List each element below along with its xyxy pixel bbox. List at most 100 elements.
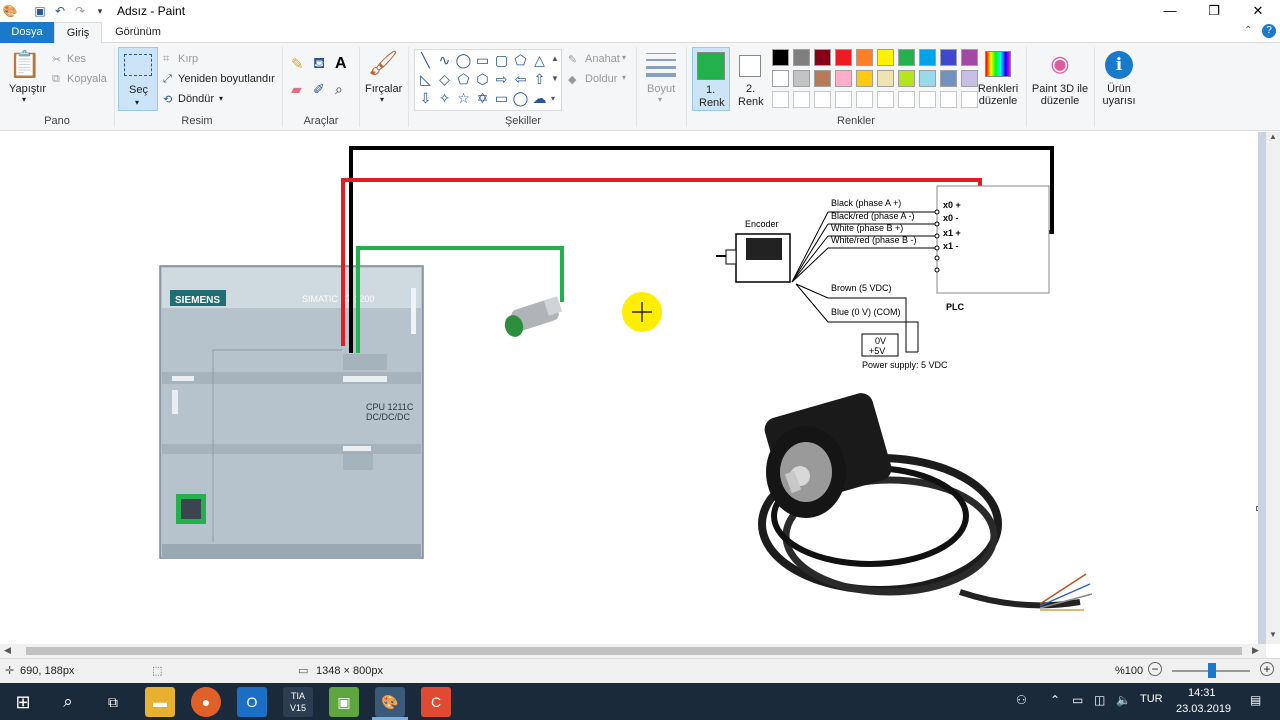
- callout-cloud-shape-icon[interactable]: ☁: [531, 90, 548, 107]
- palette-swatch[interactable]: [814, 70, 831, 87]
- shapes-scroll-up-icon[interactable]: ▲: [551, 54, 559, 63]
- palette-custom-swatch[interactable]: [919, 91, 936, 108]
- fill-dropdown-icon[interactable]: ▾: [622, 73, 626, 82]
- canvas[interactable]: SIEMENS SIMATIC S7-1200 CPU 1211C DC/DC/…: [0, 132, 1258, 644]
- star5-shape-icon[interactable]: ☆: [455, 90, 472, 107]
- palette-swatch[interactable]: [940, 49, 957, 66]
- palette-swatch[interactable]: [814, 49, 831, 66]
- palette-custom-swatch[interactable]: [877, 91, 894, 108]
- text-tool-icon[interactable]: A: [335, 55, 347, 73]
- palette-swatch[interactable]: [961, 49, 978, 66]
- windows-start-icon[interactable]: ⊞: [8, 687, 38, 717]
- triangle-shape-icon[interactable]: △: [531, 52, 548, 69]
- undo-icon[interactable]: ↶: [52, 3, 68, 19]
- firefox-icon[interactable]: ●: [191, 687, 221, 717]
- shapes-gallery[interactable]: ╲ ∿ ◯ ▭ ▢ ⬠ △ ◺ ◇ ⬠ ⬡ ⇨ ⇦ ⇧ ⇩ ✧ ☆ ✡ ▭ ◯ …: [414, 49, 562, 111]
- quick-access-dropdown-icon[interactable]: ▾: [92, 3, 108, 19]
- palette-swatch[interactable]: [835, 70, 852, 87]
- polygon-shape-icon[interactable]: ⬠: [512, 52, 529, 69]
- fill-button[interactable]: Doldur: [585, 73, 617, 85]
- size-button[interactable]: Boyut: [647, 83, 675, 95]
- scroll-up-icon[interactable]: ▲: [1269, 132, 1277, 141]
- palette-swatch[interactable]: [835, 49, 852, 66]
- curve-shape-icon[interactable]: ∿: [436, 52, 453, 69]
- pencil-icon[interactable]: ✎: [291, 55, 304, 73]
- zoom-in-button[interactable]: +: [1260, 662, 1274, 676]
- palette-swatch[interactable]: [793, 70, 810, 87]
- palette-custom-swatch[interactable]: [814, 91, 831, 108]
- file-explorer-icon[interactable]: ▬: [145, 687, 175, 717]
- palette-custom-swatch[interactable]: [793, 91, 810, 108]
- tab-dosya[interactable]: Dosya: [0, 22, 54, 43]
- canvas-resize-handle-right[interactable]: [1256, 506, 1258, 511]
- palette-custom-swatch[interactable]: [898, 91, 915, 108]
- palette-swatch[interactable]: [919, 49, 936, 66]
- android-studio-icon[interactable]: ▣: [329, 687, 359, 717]
- brushes-dropdown-icon[interactable]: ▾: [380, 95, 384, 104]
- star6-shape-icon[interactable]: ✡: [474, 90, 491, 107]
- scroll-right-icon[interactable]: ▶: [1252, 645, 1259, 656]
- task-view-icon[interactable]: ⧉: [98, 687, 128, 717]
- paste-button[interactable]: Yapıştır: [9, 83, 46, 95]
- zoom-slider-thumb[interactable]: [1208, 663, 1216, 678]
- palette-swatch[interactable]: [940, 70, 957, 87]
- color2-button[interactable]: 2. Renk: [733, 47, 769, 111]
- palette-custom-swatch[interactable]: [940, 91, 957, 108]
- diamond-shape-icon[interactable]: ◇: [436, 71, 453, 88]
- maximize-button[interactable]: ❐: [1192, 0, 1236, 22]
- arrow-down-shape-icon[interactable]: ⇩: [417, 90, 434, 107]
- palette-custom-swatch[interactable]: [856, 91, 873, 108]
- size-dropdown-icon[interactable]: ▾: [658, 95, 662, 104]
- palette-swatch[interactable]: [961, 70, 978, 87]
- palette-swatch[interactable]: [793, 49, 810, 66]
- eraser-icon[interactable]: ▰: [291, 81, 302, 98]
- magnifier-icon[interactable]: ⌕: [335, 81, 343, 98]
- right-triangle-shape-icon[interactable]: ◺: [417, 71, 434, 88]
- palette-custom-swatch[interactable]: [772, 91, 789, 108]
- tray-expand-icon[interactable]: ⌃: [1050, 693, 1060, 707]
- tab-gorunum[interactable]: Görünüm: [105, 22, 171, 43]
- notifications-icon[interactable]: ▤: [1250, 693, 1261, 707]
- palette-custom-swatch[interactable]: [961, 91, 978, 108]
- select-button[interactable]: Seç ▾: [118, 47, 158, 111]
- palette-swatch[interactable]: [919, 70, 936, 87]
- clock-time[interactable]: 14:31: [1188, 687, 1216, 699]
- camtasia-icon[interactable]: C: [421, 687, 451, 717]
- brushes-button[interactable]: Fırçalar: [365, 83, 402, 95]
- line-shape-icon[interactable]: ╲: [417, 52, 434, 69]
- rounded-rect-shape-icon[interactable]: ▢: [493, 52, 510, 69]
- input-language[interactable]: TUR: [1140, 693, 1163, 705]
- save-icon[interactable]: ▣: [32, 3, 48, 19]
- minimize-button[interactable]: —: [1148, 0, 1192, 22]
- tab-giris[interactable]: Giriş: [54, 22, 102, 43]
- rectangle-shape-icon[interactable]: ▭: [474, 52, 491, 69]
- rotate-dropdown-icon[interactable]: ▾: [219, 94, 223, 103]
- clock-date[interactable]: 23.03.2019: [1176, 703, 1231, 715]
- outlook-icon[interactable]: O: [237, 687, 267, 717]
- horizontal-scroll-thumb[interactable]: [26, 647, 1242, 655]
- shapes-scroll-down-icon[interactable]: ▼: [551, 74, 559, 83]
- zoom-out-button[interactable]: −: [1148, 662, 1162, 676]
- paint-taskbar-icon[interactable]: 🎨: [375, 687, 405, 717]
- horizontal-scrollbar[interactable]: ◀ ▶: [0, 644, 1266, 658]
- vertical-scrollbar[interactable]: ▲ ▼: [1266, 132, 1280, 644]
- fill-bucket-icon[interactable]: ⛾: [313, 55, 325, 74]
- star4-shape-icon[interactable]: ✧: [436, 90, 453, 107]
- hexagon-shape-icon[interactable]: ⬡: [474, 71, 491, 88]
- crop-button[interactable]: Kırp: [178, 53, 198, 65]
- callout-rect-shape-icon[interactable]: ▭: [493, 90, 510, 107]
- rotate-button[interactable]: Döndür: [178, 93, 214, 105]
- resize-button[interactable]: Yeniden boyutlandır: [178, 73, 275, 85]
- oval-shape-icon[interactable]: ◯: [455, 52, 472, 69]
- palette-swatch[interactable]: [856, 70, 873, 87]
- close-button[interactable]: ✕: [1236, 0, 1280, 22]
- palette-swatch[interactable]: [772, 49, 789, 66]
- arrow-left-shape-icon[interactable]: ⇦: [512, 71, 529, 88]
- scroll-down-icon[interactable]: ▼: [1269, 630, 1277, 639]
- redo-icon[interactable]: ↷: [72, 3, 88, 19]
- palette-custom-swatch[interactable]: [835, 91, 852, 108]
- color-picker-icon[interactable]: ✐: [313, 81, 325, 98]
- search-icon[interactable]: ⌕: [53, 687, 83, 717]
- scroll-left-icon[interactable]: ◀: [4, 645, 11, 656]
- palette-swatch[interactable]: [898, 49, 915, 66]
